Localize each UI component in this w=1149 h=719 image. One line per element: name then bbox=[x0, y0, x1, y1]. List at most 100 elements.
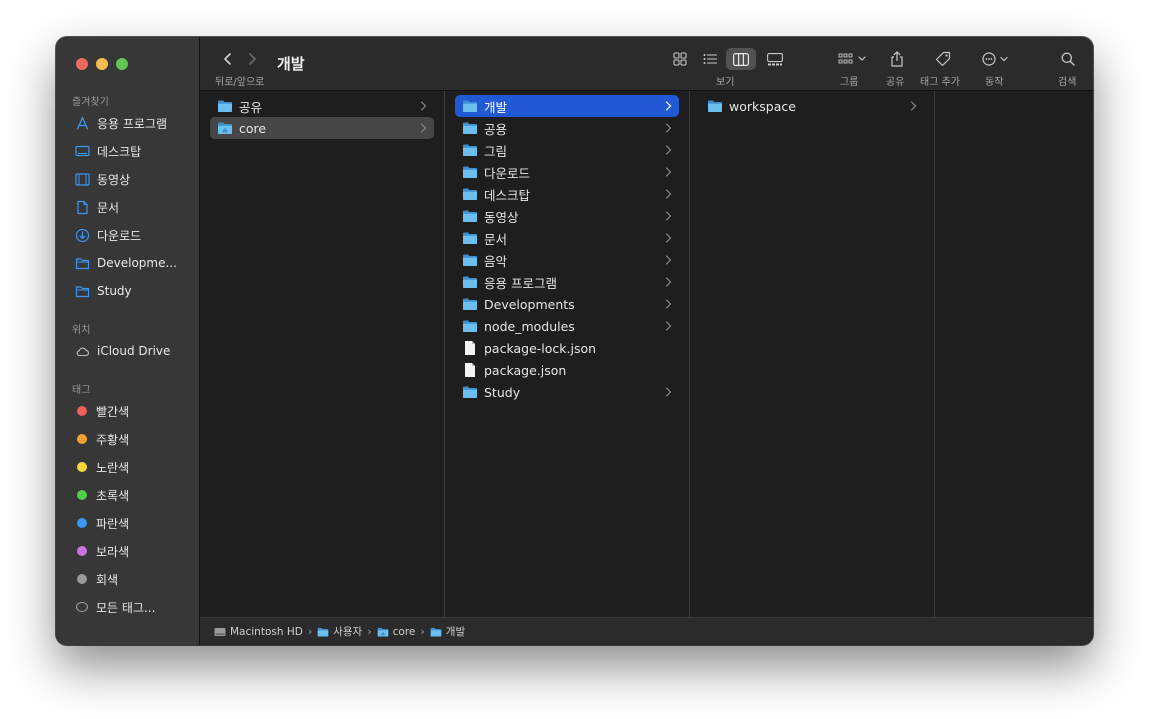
sidebar-item-5[interactable]: Developme... bbox=[64, 251, 192, 275]
folder-row[interactable]: 음악 bbox=[455, 249, 679, 271]
search-label: 검색 bbox=[1058, 77, 1077, 88]
icon-view-button[interactable] bbox=[670, 48, 690, 70]
sidebar-tag-label: 파란색 bbox=[96, 516, 130, 531]
sidebar-header-tags: 태그 bbox=[72, 385, 91, 396]
sidebar-tag-label: 회색 bbox=[96, 572, 119, 587]
chevron-right-icon bbox=[665, 101, 672, 111]
search-icon bbox=[1061, 52, 1075, 66]
sidebar-item-icloud[interactable]: iCloud Drive bbox=[64, 339, 192, 363]
row-label: Developments bbox=[484, 296, 575, 312]
zoom-button[interactable] bbox=[116, 58, 128, 70]
sidebar-tag-1[interactable]: 주황색 bbox=[64, 427, 192, 451]
sidebar-item-label: Study bbox=[97, 284, 132, 298]
folder-row[interactable]: 문서 bbox=[455, 227, 679, 249]
folder-row[interactable]: core bbox=[210, 117, 434, 139]
action-label: 동작 bbox=[985, 77, 1004, 88]
sidebar-item-label: 문서 bbox=[97, 200, 120, 215]
movies-icon bbox=[75, 172, 90, 187]
folder-icon bbox=[463, 254, 477, 266]
document-icon bbox=[75, 200, 90, 215]
folder-row[interactable]: 개발 bbox=[455, 95, 679, 117]
nav-label: 뒤로/앞으로 bbox=[215, 77, 265, 88]
row-label: 다운로드 bbox=[484, 165, 531, 181]
path-segment-label: 사용자 bbox=[333, 626, 363, 638]
row-label: package.json bbox=[484, 362, 567, 378]
folder-row[interactable]: workspace bbox=[700, 95, 924, 117]
sidebar-tag-4[interactable]: 파란색 bbox=[64, 511, 192, 535]
folder-row[interactable]: 데스크탑 bbox=[455, 183, 679, 205]
desktop-icon bbox=[75, 144, 90, 159]
chevron-left-icon bbox=[224, 53, 231, 65]
path-segment[interactable]: 개발 bbox=[430, 624, 465, 639]
row-label: 동영상 bbox=[484, 209, 519, 225]
folder-icon bbox=[708, 100, 722, 112]
column-1[interactable]: 공유 core bbox=[200, 91, 445, 617]
group-button[interactable] bbox=[836, 48, 870, 70]
share-button[interactable] bbox=[887, 48, 907, 70]
folder-row[interactable]: 공용 bbox=[455, 117, 679, 139]
path-segment-label: core bbox=[392, 625, 416, 638]
folder-row[interactable]: Study bbox=[455, 381, 679, 403]
sidebar-tag-label: 주황색 bbox=[96, 432, 130, 447]
sidebar-item-4[interactable]: 다운로드 bbox=[64, 223, 192, 247]
gallery-view-button[interactable] bbox=[764, 48, 786, 70]
path-segment[interactable]: core bbox=[377, 625, 416, 638]
sidebar-tag-3[interactable]: 초록색 bbox=[64, 483, 192, 507]
add-tag-button[interactable] bbox=[933, 48, 953, 70]
sidebar-tag-6[interactable]: 회색 bbox=[64, 567, 192, 591]
chevron-right-icon bbox=[420, 101, 427, 111]
sidebar-tag-2[interactable]: 노란색 bbox=[64, 455, 192, 479]
path-segment-label: 개발 bbox=[445, 626, 466, 638]
back-button[interactable] bbox=[218, 49, 238, 69]
list-view-button[interactable] bbox=[700, 48, 720, 70]
list-icon bbox=[703, 54, 717, 64]
sidebar-header-locations: 위치 bbox=[72, 325, 91, 336]
sidebar-item-0[interactable]: 응용 프로그램 bbox=[64, 111, 192, 135]
folder-row[interactable]: 동영상 bbox=[455, 205, 679, 227]
column-4[interactable] bbox=[935, 91, 1093, 617]
path-segment[interactable]: 사용자 bbox=[317, 624, 362, 639]
chevron-right-icon bbox=[665, 387, 672, 397]
sidebar: 즐겨찾기 응용 프로그램 데스크탑 동영상 문서 다운로드 Developme.… bbox=[56, 37, 200, 645]
sidebar-item-3[interactable]: 문서 bbox=[64, 195, 192, 219]
chevron-right-icon bbox=[665, 321, 672, 331]
search-button[interactable] bbox=[1058, 48, 1078, 70]
sidebar-tag-label: 노란색 bbox=[96, 460, 130, 475]
sidebar-tag-label: 모든 태그... bbox=[96, 600, 156, 615]
folder-icon bbox=[463, 166, 477, 178]
file-row[interactable]: package.json bbox=[455, 359, 679, 381]
sidebar-item-6[interactable]: Study bbox=[64, 279, 192, 303]
column-view-button[interactable] bbox=[726, 48, 756, 70]
folder-row[interactable]: 공유 bbox=[210, 95, 434, 117]
chevron-right-icon bbox=[665, 233, 672, 243]
home-folder-icon bbox=[377, 627, 388, 636]
column-2[interactable]: 개발 공용 그림 다운로드 데스크탑 동영상 문서 음악 응용 프로그램 Dev… bbox=[445, 91, 690, 617]
view-label: 보기 bbox=[716, 77, 735, 88]
folder-row[interactable]: 그림 bbox=[455, 139, 679, 161]
sidebar-tag-7[interactable]: 모든 태그... bbox=[64, 595, 192, 619]
folder-row[interactable]: node_modules bbox=[455, 315, 679, 337]
path-segment[interactable]: Macintosh HD bbox=[214, 626, 303, 638]
row-label: 데스크탑 bbox=[484, 187, 531, 203]
window-title: 개발 bbox=[277, 55, 305, 73]
folder-row[interactable]: 응용 프로그램 bbox=[455, 271, 679, 293]
sidebar-header-favorites: 즐겨찾기 bbox=[72, 97, 109, 108]
sidebar-tag-5[interactable]: 보라색 bbox=[64, 539, 192, 563]
chevron-right-icon bbox=[420, 123, 427, 133]
column-3[interactable]: workspace bbox=[690, 91, 935, 617]
file-row[interactable]: package-lock.json bbox=[455, 337, 679, 359]
sidebar-item-2[interactable]: 동영상 bbox=[64, 167, 192, 191]
sidebar-item-1[interactable]: 데스크탑 bbox=[64, 139, 192, 163]
minimize-button[interactable] bbox=[96, 58, 108, 70]
sidebar-tag-0[interactable]: 빨간색 bbox=[64, 399, 192, 423]
forward-button[interactable] bbox=[242, 49, 262, 69]
folder-row[interactable]: Developments bbox=[455, 293, 679, 315]
folder-row[interactable]: 다운로드 bbox=[455, 161, 679, 183]
folder-icon bbox=[463, 188, 477, 200]
tag-color-dot bbox=[77, 546, 87, 556]
action-button[interactable] bbox=[980, 48, 1014, 70]
close-button[interactable] bbox=[76, 58, 88, 70]
chevron-right-icon bbox=[665, 255, 672, 265]
sidebar-item-label: 동영상 bbox=[97, 172, 131, 187]
folder-icon bbox=[463, 144, 477, 156]
